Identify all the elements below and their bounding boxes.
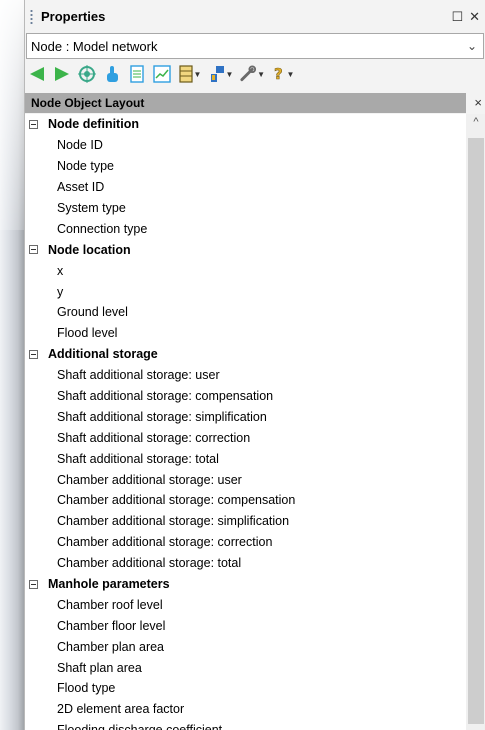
layout-header-label: Node Object Layout: [31, 96, 145, 110]
tree-item[interactable]: Chamber roof level: [25, 594, 466, 615]
tree-item[interactable]: Shaft additional storage: simplification: [25, 406, 466, 427]
collapse-icon[interactable]: [29, 349, 38, 359]
tree-item[interactable]: Node type: [25, 156, 466, 177]
panel-titlebar[interactable]: Properties ☐ ✕: [25, 0, 485, 33]
tree-item[interactable]: y: [25, 281, 466, 302]
close-panel-button[interactable]: ✕: [469, 9, 480, 25]
tree-item[interactable]: Chamber additional storage: correction: [25, 532, 466, 553]
float-window-button[interactable]: ☐: [451, 9, 463, 25]
scroll-thumb[interactable]: [468, 138, 484, 724]
tree-group-label: Node definition: [48, 117, 139, 132]
panel-title: Properties: [41, 9, 106, 24]
background-glow: [0, 0, 24, 230]
tree-item[interactable]: Chamber plan area: [25, 636, 466, 657]
pointer-hand-icon[interactable]: [102, 64, 122, 84]
object-selector[interactable]: Node : Model network ⌄: [26, 33, 484, 59]
tree-item[interactable]: Chamber additional storage: simplificati…: [25, 511, 466, 532]
collapse-icon[interactable]: [29, 579, 38, 589]
drag-grip-icon[interactable]: [30, 8, 33, 25]
tree-item[interactable]: x: [25, 260, 466, 281]
svg-text:?: ?: [274, 65, 283, 83]
tree-item[interactable]: Shaft plan area: [25, 657, 466, 678]
tree-group-label: Manhole parameters: [48, 577, 170, 592]
layout-close-button[interactable]: ×: [474, 95, 482, 110]
document-icon[interactable]: [127, 64, 147, 84]
tree-item[interactable]: Shaft additional storage: compensation: [25, 386, 466, 407]
collapse-icon[interactable]: [29, 245, 38, 255]
grid-dropdown-icon[interactable]: ▼: [177, 64, 203, 84]
title-buttons: ☐ ✕: [451, 9, 480, 25]
target-icon[interactable]: [77, 64, 97, 84]
dropdown-arrow-icon: ▼: [193, 69, 202, 79]
chevron-down-icon[interactable]: ⌄: [467, 39, 477, 53]
tree-item[interactable]: Chamber additional storage: user: [25, 469, 466, 490]
toolbar: ▼ ▼ ▼ ? ▼: [25, 59, 485, 89]
tree-item[interactable]: Shaft additional storage: total: [25, 448, 466, 469]
background-window: [0, 0, 24, 730]
vertical-scrollbar[interactable]: ^: [466, 114, 485, 730]
tree-item[interactable]: Connection type: [25, 218, 466, 239]
tree-item[interactable]: Ground level: [25, 302, 466, 323]
tree-item[interactable]: System type: [25, 198, 466, 219]
tree-group[interactable]: Node location: [25, 239, 466, 260]
forward-arrow-icon[interactable]: [52, 64, 72, 84]
tree-item[interactable]: Chamber floor level: [25, 615, 466, 636]
dropdown-arrow-icon: ▼: [286, 69, 295, 79]
chart-icon[interactable]: [152, 64, 172, 84]
tree-item[interactable]: Flood level: [25, 323, 466, 344]
tree-item[interactable]: Asset ID: [25, 177, 466, 198]
tree-item[interactable]: 2D element area factor: [25, 699, 466, 720]
back-arrow-icon[interactable]: [27, 64, 47, 84]
tree-group[interactable]: Manhole parameters: [25, 574, 466, 595]
tools-dropdown-icon[interactable]: ▼: [239, 64, 265, 84]
properties-panel: Properties ☐ ✕ Node : Model network ⌄ ▼ …: [24, 0, 485, 730]
tree-item[interactable]: Node ID: [25, 135, 466, 156]
object-selector-value: Node : Model network: [31, 38, 158, 54]
tree-group-label: Additional storage: [48, 347, 158, 362]
collapse-icon[interactable]: [29, 119, 38, 129]
tree-group[interactable]: Node definition: [25, 114, 466, 135]
tree-item[interactable]: Shaft additional storage: correction: [25, 427, 466, 448]
property-tree: Node definition Node ID Node type Asset ID S…: [25, 114, 466, 730]
tree-item[interactable]: Flooding discharge coefficient: [25, 720, 466, 730]
tree-item[interactable]: Chamber additional storage: total: [25, 553, 466, 574]
node-object-layout-header: Node Object Layout: [25, 93, 466, 113]
scroll-up-button[interactable]: ^: [466, 116, 485, 128]
dropdown-arrow-icon: ▼: [257, 69, 265, 79]
tree-group-label: Node location: [48, 242, 131, 257]
paint-dropdown-icon[interactable]: ▼: [208, 64, 234, 84]
dropdown-arrow-icon: ▼: [225, 69, 234, 79]
tree-item[interactable]: Flood type: [25, 678, 466, 699]
help-dropdown-icon[interactable]: ? ▼: [270, 64, 296, 84]
tree-group[interactable]: Additional storage: [25, 344, 466, 365]
tree-item[interactable]: Shaft additional storage: user: [25, 365, 466, 386]
tree-item[interactable]: Chamber additional storage: compensation: [25, 490, 466, 511]
